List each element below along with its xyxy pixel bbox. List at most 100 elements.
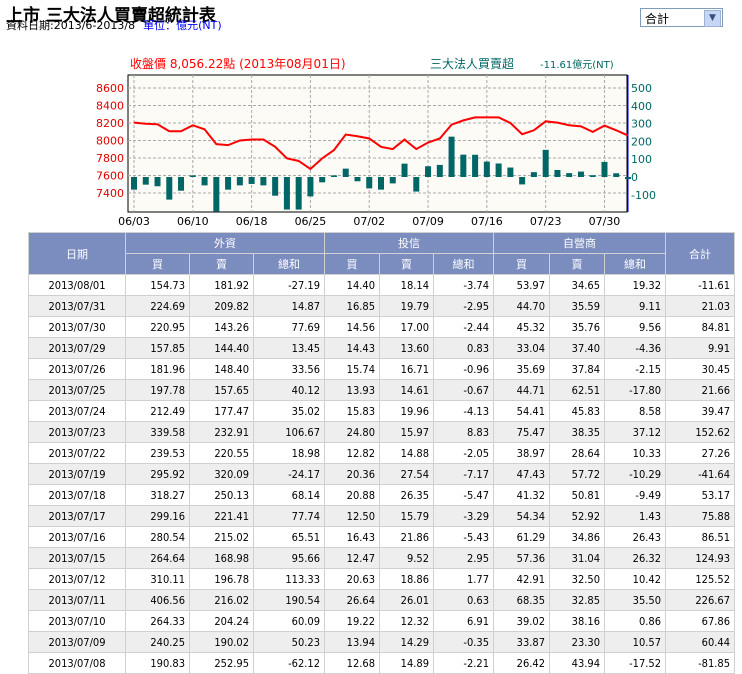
cell-value: 75.88 [665, 505, 735, 527]
header-trust: 投信 [324, 232, 494, 254]
cell-date: 2013/07/12 [28, 568, 126, 590]
cell-value: 32.50 [549, 568, 605, 590]
cell-value: -2.05 [433, 442, 494, 464]
net-bar [613, 173, 620, 177]
cell-date: 2013/08/01 [28, 274, 126, 296]
data-table: 日期 外資 投信 自營商 合計 買賣總和買賣總和買賣總和 2013/08/01 1… [28, 232, 735, 674]
net-bar [589, 175, 596, 177]
cell-value: -5.47 [433, 484, 494, 506]
net-bar [319, 177, 326, 183]
x-tick-label: 06/10 [177, 215, 209, 228]
cell-date: 2013/07/31 [28, 295, 126, 317]
net-bar [213, 177, 220, 212]
cell-value: 16.43 [324, 526, 380, 548]
cell-value: 19.96 [379, 400, 434, 422]
cell-value: -4.13 [433, 400, 494, 422]
cell-value: 216.02 [189, 589, 254, 611]
cell-value: 37.40 [549, 337, 605, 359]
chevron-down-icon[interactable]: ▼ [704, 10, 721, 27]
table-row: 2013/07/17 299.16 221.41 77.74 12.50 15.79 -3.… [28, 505, 735, 527]
cell-value: -0.96 [433, 358, 494, 380]
net-bar [530, 172, 537, 177]
cell-value: 125.52 [665, 568, 735, 590]
cell-value: 23.30 [549, 631, 605, 653]
cell-value: 14.40 [324, 274, 380, 296]
cell-date: 2013/07/19 [28, 463, 126, 485]
unit-label: 單位：億元(NT) [143, 19, 222, 32]
cell-value: 39.47 [665, 400, 735, 422]
x-tick-label: 07/23 [530, 215, 562, 228]
cell-date: 2013/07/26 [28, 358, 126, 380]
cell-value: 221.41 [189, 505, 254, 527]
net-bar [166, 177, 173, 200]
subtitle: 資料日期:2013/6-2013/8 單位：億元(NT) [6, 17, 222, 33]
cell-value: 50.81 [549, 484, 605, 506]
cell-value: 12.68 [324, 652, 380, 674]
cell-value: 26.42 [493, 652, 550, 674]
x-tick-label: 06/03 [118, 215, 150, 228]
cell-value: 53.97 [493, 274, 550, 296]
net-bar [542, 149, 549, 177]
net-bar [307, 177, 314, 197]
cell-value: 77.69 [253, 316, 325, 338]
left-tick-label: 8000 [96, 135, 124, 148]
net-bar [378, 177, 384, 190]
cell-value: 14.61 [379, 379, 434, 401]
cell-date: 2013/07/22 [28, 442, 126, 464]
cell-date: 2013/07/29 [28, 337, 126, 359]
cell-value: 20.36 [324, 463, 380, 485]
cell-value: 16.85 [324, 295, 380, 317]
x-tick-label: 07/09 [412, 215, 444, 228]
x-tick-label: 06/18 [236, 215, 268, 228]
cell-value: 60.44 [665, 631, 735, 653]
cell-value: 232.91 [189, 421, 254, 443]
header-date: 日期 [28, 232, 126, 275]
header-buy: 買 [125, 253, 190, 275]
cell-value: 42.91 [493, 568, 550, 590]
header-sell: 賣 [189, 253, 254, 275]
cell-value: 157.85 [125, 337, 190, 359]
cell-value: 47.43 [493, 463, 550, 485]
cell-value: 152.62 [665, 421, 735, 443]
cell-value: 320.09 [189, 463, 254, 485]
header-total: 合計 [665, 232, 735, 275]
table-row: 2013/07/19 295.92 320.09 -24.17 20.36 27.54 -7… [28, 463, 735, 485]
net-bar [178, 177, 185, 191]
x-tick-label: 07/02 [353, 215, 385, 228]
cell-value: 26.35 [379, 484, 434, 506]
cell-value: 33.04 [493, 337, 550, 359]
cell-value: 0.86 [604, 610, 666, 632]
cell-value: 26.32 [604, 547, 666, 569]
cell-value: 239.53 [125, 442, 190, 464]
cell-value: -0.35 [433, 631, 494, 653]
cell-value: 53.17 [665, 484, 735, 506]
cell-value: 75.47 [493, 421, 550, 443]
cell-value: -2.21 [433, 652, 494, 674]
cell-value: 181.92 [189, 274, 254, 296]
cell-value: 45.83 [549, 400, 605, 422]
net-bar [260, 177, 267, 186]
header-foreign: 外資 [125, 232, 325, 254]
cell-value: 27.54 [379, 463, 434, 485]
net-bar [625, 177, 631, 180]
net-value: -11.61億元(NT) [540, 58, 614, 71]
cell-value: 67.86 [665, 610, 735, 632]
cell-value: 35.76 [549, 316, 605, 338]
x-tick-label: 07/16 [471, 215, 503, 228]
cell-value: 209.82 [189, 295, 254, 317]
cell-value: 295.92 [125, 463, 190, 485]
cell-value: 12.32 [379, 610, 434, 632]
cell-date: 2013/07/11 [28, 589, 126, 611]
table-row: 2013/07/22 239.53 220.55 18.98 12.82 14.88 -2.… [28, 442, 735, 464]
right-tick-label: 500 [631, 82, 652, 95]
investor-select[interactable]: 合計 ▼ [640, 8, 723, 27]
cell-value: 14.87 [253, 295, 325, 317]
cell-value: 19.79 [379, 295, 434, 317]
cell-value: 84.81 [665, 316, 735, 338]
header-buy: 買 [324, 253, 380, 275]
cell-value: 68.35 [493, 589, 550, 611]
left-tick-label: 7400 [96, 187, 124, 200]
cell-value: -3.74 [433, 274, 494, 296]
cell-value: 14.89 [379, 652, 434, 674]
cell-value: 20.63 [324, 568, 380, 590]
